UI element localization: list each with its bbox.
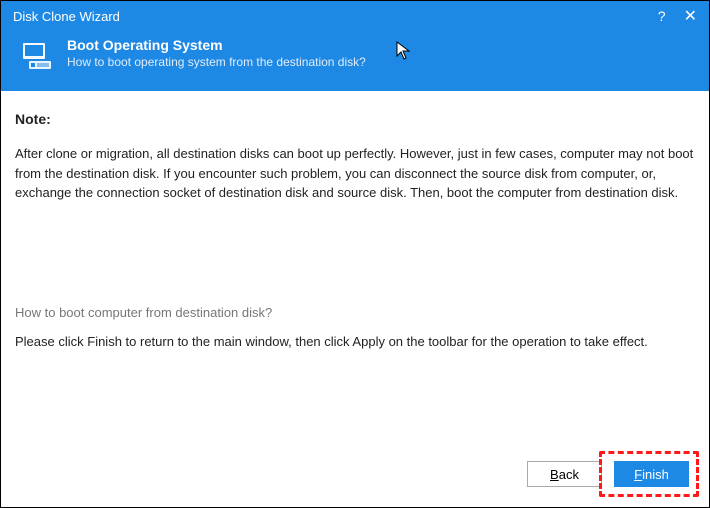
disk-icon bbox=[19, 37, 55, 73]
close-icon[interactable]: ✕ bbox=[684, 6, 697, 26]
note-label: Note: bbox=[15, 109, 695, 130]
header-text: Boot Operating System How to boot operat… bbox=[67, 37, 366, 69]
header-subtitle: How to boot operating system from the de… bbox=[67, 55, 366, 69]
titlebar: Disk Clone Wizard ? ✕ bbox=[1, 1, 709, 31]
header: Boot Operating System How to boot operat… bbox=[1, 31, 709, 91]
back-button[interactable]: Back bbox=[527, 461, 602, 487]
footer-buttons: Back Finish bbox=[527, 461, 689, 487]
help-link[interactable]: How to boot computer from destination di… bbox=[15, 303, 695, 323]
help-icon[interactable]: ? bbox=[658, 8, 666, 24]
content-area: Note: After clone or migration, all dest… bbox=[1, 91, 709, 352]
titlebar-controls: ? ✕ bbox=[658, 6, 697, 26]
finish-button[interactable]: Finish bbox=[614, 461, 689, 487]
instruction-text: Please click Finish to return to the mai… bbox=[15, 332, 695, 352]
note-body: After clone or migration, all destinatio… bbox=[15, 144, 695, 203]
window-title: Disk Clone Wizard bbox=[13, 9, 658, 24]
header-title: Boot Operating System bbox=[67, 37, 366, 53]
